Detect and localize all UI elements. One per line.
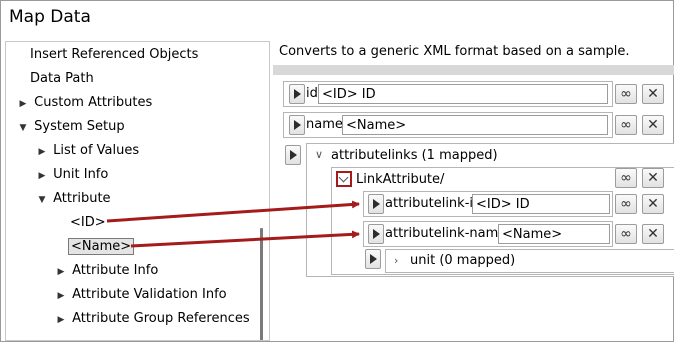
mapping-arrows bbox=[106, 200, 360, 248]
mapping-arrow-name bbox=[130, 230, 360, 248]
map-data-dialog: Map Data Insert Referenced Objects Data … bbox=[0, 0, 674, 342]
mapping-arrow-id bbox=[106, 200, 360, 223]
